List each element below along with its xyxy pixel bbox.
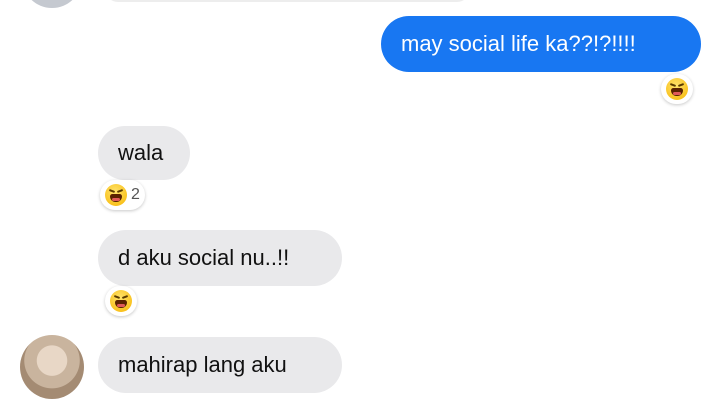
incoming-message-bubble[interactable]: mahirap lang aku <box>98 337 342 393</box>
laughing-face-icon <box>110 290 132 312</box>
avatar[interactable] <box>22 0 82 8</box>
reaction-badge[interactable] <box>661 74 693 104</box>
laughing-face-icon <box>105 184 127 206</box>
message-text: may social life ka??!?!!!! <box>401 31 636 56</box>
incoming-message-bubble[interactable]: d aku social nu..!! <box>98 230 342 286</box>
reaction-badge[interactable] <box>105 286 137 316</box>
incoming-message-bubble[interactable]: wala <box>98 126 190 180</box>
laughing-face-icon <box>666 78 688 100</box>
message-text: d aku social nu..!! <box>118 245 290 270</box>
reaction-badge[interactable]: 2 <box>100 180 145 210</box>
message-bubble-partial[interactable] <box>105 0 470 2</box>
reaction-count: 2 <box>131 186 140 203</box>
outgoing-message-bubble[interactable]: may social life ka??!?!!!! <box>381 16 701 72</box>
message-text: wala <box>118 140 164 165</box>
message-text: mahirap lang aku <box>118 352 287 377</box>
avatar[interactable] <box>20 335 84 399</box>
